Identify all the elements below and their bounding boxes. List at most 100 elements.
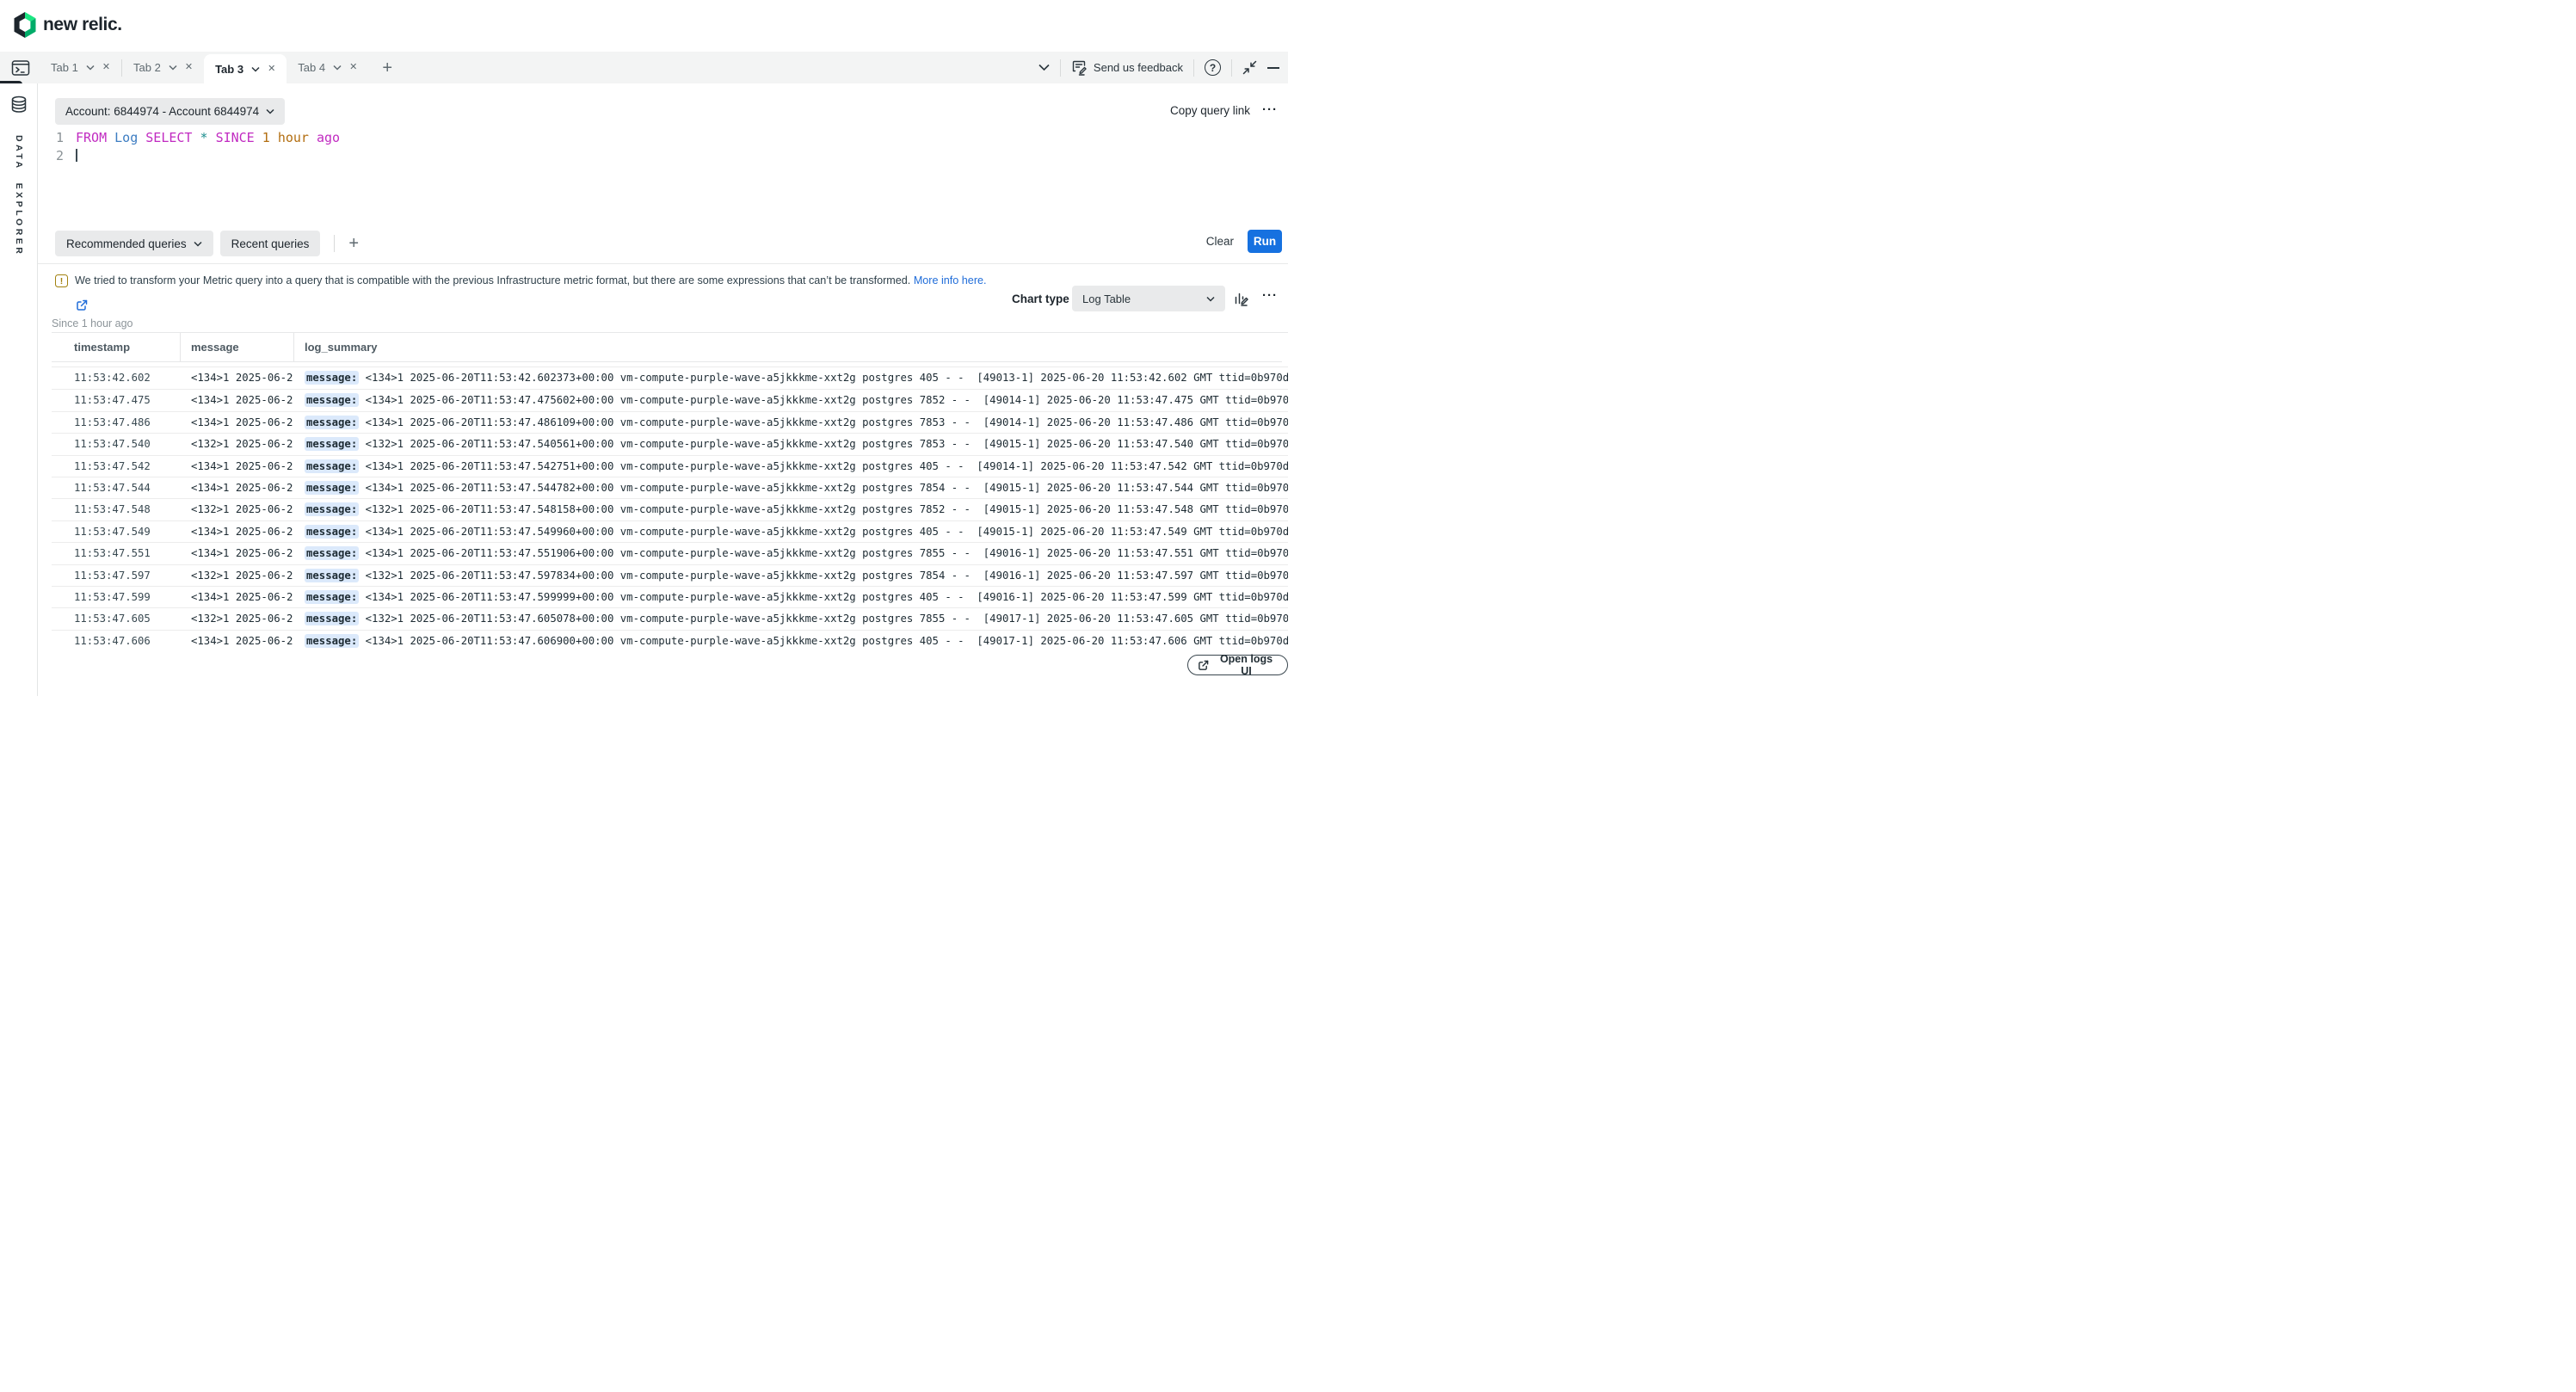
query-more-icon[interactable]: ···: [1262, 102, 1278, 117]
recent-queries-button[interactable]: Recent queries: [220, 231, 321, 256]
help-icon[interactable]: ?: [1205, 59, 1221, 76]
cell-message: <132>1 2025-06-2: [181, 565, 294, 586]
cell-log-summary: message: <134>1 2025-06-20T11:53:47.4861…: [294, 412, 1288, 433]
log-key-highlight: message:: [305, 590, 359, 604]
code-token: Log: [114, 130, 138, 145]
chart-more-icon[interactable]: ···: [1262, 288, 1278, 303]
data-explorer-label: DATA EXPLORER: [14, 135, 24, 256]
log-key-highlight: message:: [305, 393, 359, 407]
cell-timestamp: 11:53:47.606: [52, 631, 181, 651]
add-query-icon[interactable]: +: [348, 235, 359, 252]
cell-message: <132>1 2025-06-2: [181, 499, 294, 520]
add-tab-icon[interactable]: +: [382, 59, 392, 77]
recommended-queries-button[interactable]: Recommended queries: [55, 231, 213, 256]
table-row[interactable]: 11:53:47.551 <134>1 2025-06-2 message: <…: [52, 542, 1288, 564]
help-glyph: ?: [1210, 62, 1216, 74]
account-selector[interactable]: Account: 6844974 - Account 6844974: [55, 98, 285, 125]
text-cursor: [76, 149, 77, 162]
code-token: *: [200, 130, 208, 145]
external-link-icon[interactable]: [76, 299, 88, 311]
code-token: [255, 130, 262, 145]
chevron-down-icon[interactable]: [86, 65, 95, 71]
tab-3-active[interactable]: Tab 3 ✕: [204, 54, 287, 83]
chevron-down-icon[interactable]: [251, 66, 260, 72]
tab-strip: Tab 1 ✕ Tab 2 ✕ Tab 3 ✕ Tab 4 ✕: [40, 52, 368, 83]
divider: [1193, 59, 1194, 77]
close-icon[interactable]: ✕: [349, 63, 357, 72]
close-icon[interactable]: ✕: [185, 63, 193, 72]
log-key-highlight: message:: [305, 371, 359, 385]
table-row[interactable]: 11:53:47.544 <134>1 2025-06-2 message: <…: [52, 477, 1288, 498]
table-row[interactable]: 11:53:47.599 <134>1 2025-06-2 message: <…: [52, 586, 1288, 607]
recent-queries-label: Recent queries: [231, 237, 310, 250]
data-explorer-rail: DATA EXPLORER: [0, 83, 38, 696]
cell-message: <134>1 2025-06-2: [181, 390, 294, 410]
cell-log-summary: message: <134>1 2025-06-20T11:53:47.5427…: [294, 456, 1288, 477]
warning-glyph: !: [60, 276, 64, 286]
account-selector-label: Account: 6844974 - Account 6844974: [65, 105, 259, 118]
tab-1[interactable]: Tab 1 ✕: [40, 52, 121, 83]
terminal-icon[interactable]: [9, 56, 33, 80]
code-token: ago: [317, 130, 340, 145]
table-row[interactable]: 11:53:47.548 <132>1 2025-06-2 message: <…: [52, 498, 1288, 520]
column-header-timestamp: timestamp: [52, 333, 181, 361]
table-row[interactable]: 11:53:47.486 <134>1 2025-06-2 message: <…: [52, 411, 1288, 433]
log-summary-text: <134>1 2025-06-20T11:53:47.606900+00:00 …: [359, 635, 1288, 647]
cell-log-summary: message: <132>1 2025-06-20T11:53:47.5978…: [294, 565, 1288, 586]
cell-log-summary: message: <134>1 2025-06-20T11:53:42.6023…: [294, 367, 1288, 389]
code-token: [138, 130, 145, 145]
log-summary-text: <132>1 2025-06-20T11:53:47.540561+00:00 …: [359, 438, 1288, 450]
chevron-down-icon: [194, 241, 202, 247]
log-key-highlight: message:: [305, 634, 359, 648]
table-row[interactable]: 11:53:47.542 <134>1 2025-06-2 message: <…: [52, 455, 1288, 477]
clear-button[interactable]: Clear: [1206, 235, 1234, 248]
log-table-body: 11:53:42.602 <134>1 2025-06-2 message: <…: [52, 366, 1288, 651]
tab-label: Tab 1: [51, 61, 78, 74]
cell-message: <134>1 2025-06-2: [181, 521, 294, 542]
chart-edit-icon[interactable]: [1233, 290, 1250, 307]
tab-2[interactable]: Tab 2 ✕: [122, 52, 204, 83]
chevron-down-icon[interactable]: [169, 65, 177, 71]
section-divider: [38, 263, 1288, 264]
chevron-down-icon[interactable]: [333, 65, 342, 71]
cell-timestamp: 11:53:47.540: [52, 434, 181, 454]
database-icon[interactable]: [9, 95, 28, 114]
code-token: FROM: [76, 130, 107, 145]
code-token: [107, 130, 114, 145]
cell-log-summary: message: <134>1 2025-06-20T11:53:47.4756…: [294, 390, 1288, 410]
column-header-message: message: [181, 333, 294, 361]
warning-icon: !: [55, 274, 68, 287]
table-row[interactable]: 11:53:47.475 <134>1 2025-06-2 message: <…: [52, 389, 1288, 410]
tab-4[interactable]: Tab 4 ✕: [287, 52, 368, 83]
cell-message: <132>1 2025-06-2: [181, 608, 294, 629]
collapse-icon[interactable]: [1242, 60, 1257, 75]
chevron-down-icon[interactable]: [1038, 64, 1050, 71]
cell-message: <134>1 2025-06-2: [181, 543, 294, 564]
copy-query-link[interactable]: Copy query link: [1170, 104, 1250, 117]
send-feedback-button[interactable]: Send us feedback: [1071, 59, 1183, 76]
table-row[interactable]: 11:53:47.549 <134>1 2025-06-2 message: <…: [52, 520, 1288, 542]
table-row[interactable]: 11:53:42.602 <134>1 2025-06-2 message: <…: [52, 367, 1288, 389]
query-actions: Recommended queries Recent queries +: [55, 231, 359, 256]
editor-caret-line: [64, 147, 77, 165]
close-icon[interactable]: ✕: [268, 65, 275, 74]
nrql-editor[interactable]: 1 FROM Log SELECT * SINCE 1 hour ago 2: [38, 129, 340, 165]
log-summary-text: <134>1 2025-06-20T11:53:47.599999+00:00 …: [359, 591, 1288, 603]
run-button[interactable]: Run: [1248, 230, 1282, 253]
line-number: 2: [38, 147, 64, 165]
main-panel: Account: 6844974 - Account 6844974 Copy …: [38, 83, 1288, 696]
close-icon[interactable]: ✕: [102, 63, 110, 72]
cell-log-summary: message: <134>1 2025-06-20T11:53:47.5999…: [294, 587, 1288, 607]
table-row[interactable]: 11:53:47.597 <132>1 2025-06-2 message: <…: [52, 564, 1288, 586]
table-row[interactable]: 11:53:47.606 <134>1 2025-06-2 message: <…: [52, 630, 1288, 651]
tab-label: Tab 2: [133, 61, 161, 74]
open-logs-ui-button[interactable]: Open logs UI: [1187, 655, 1288, 675]
table-row[interactable]: 11:53:47.540 <132>1 2025-06-2 message: <…: [52, 433, 1288, 454]
minimize-icon[interactable]: [1267, 67, 1279, 69]
table-row[interactable]: 11:53:47.605 <132>1 2025-06-2 message: <…: [52, 607, 1288, 629]
log-summary-text: <134>1 2025-06-20T11:53:47.542751+00:00 …: [359, 460, 1288, 472]
more-info-link[interactable]: More info here.: [914, 274, 987, 286]
chart-type-select[interactable]: Log Table: [1072, 286, 1225, 311]
recommended-queries-label: Recommended queries: [66, 237, 187, 250]
code-token: [309, 130, 317, 145]
